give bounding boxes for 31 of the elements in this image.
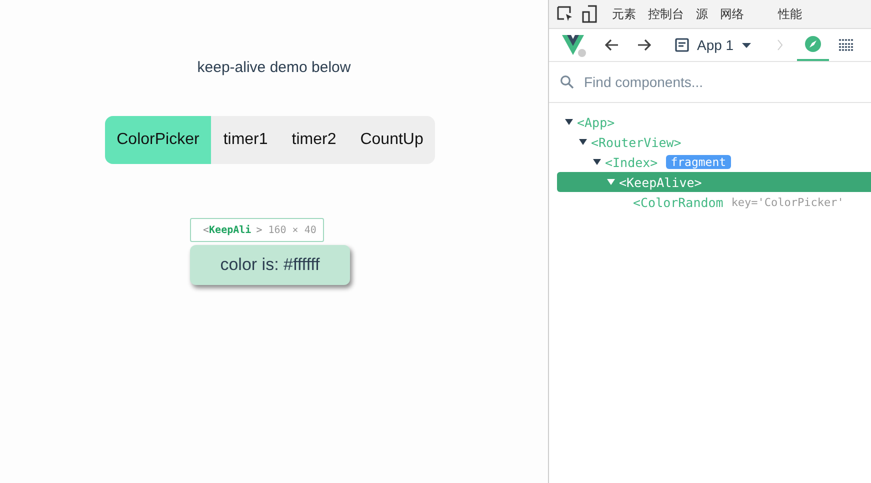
component-name: <App> — [577, 114, 615, 130]
caret-icon — [742, 42, 751, 48]
search-icon — [560, 75, 574, 89]
page-heading: keep-alive demo below — [197, 59, 351, 76]
timeline-icon[interactable] — [838, 39, 854, 51]
vue-logo-icon — [561, 33, 587, 57]
component-name: <RouterView> — [591, 134, 682, 150]
panel-tab[interactable]: 控制台 — [648, 6, 694, 22]
app-selector[interactable]: App 1 — [675, 37, 751, 53]
tab[interactable]: timer1 — [211, 116, 280, 164]
device-toolbar-icon[interactable] — [582, 5, 598, 23]
panel-tab[interactable]: 源 — [696, 6, 718, 22]
panel-tab[interactable]: 元素 — [612, 6, 646, 22]
fragment-badge: fragment — [666, 155, 732, 169]
component-attribute: key='ColorPicker' — [731, 196, 844, 208]
tab[interactable]: CountUp — [348, 116, 436, 164]
forward-arrow-icon[interactable] — [637, 39, 651, 51]
inspect-element-icon[interactable] — [556, 5, 574, 23]
component-name: <KeepAlive> — [619, 174, 702, 190]
tab[interactable]: ColorPicker — [104, 116, 212, 164]
compass-icon — [804, 35, 822, 53]
window-icon — [675, 38, 689, 52]
color-display: color is: #ffffff — [190, 245, 350, 285]
panel-tab[interactable]: 网络 — [720, 6, 754, 22]
tab[interactable]: timer2 — [280, 116, 348, 164]
component-name: <ColorRandom — [633, 194, 724, 210]
panel-tab[interactable]: 性能 — [778, 6, 812, 22]
inspector-tooltip: <KeepAli > 160 × 40 — [190, 218, 324, 242]
component-name: <Index> — [605, 154, 658, 170]
back-arrow-icon[interactable] — [605, 39, 619, 51]
chevron-icon — [776, 39, 783, 51]
